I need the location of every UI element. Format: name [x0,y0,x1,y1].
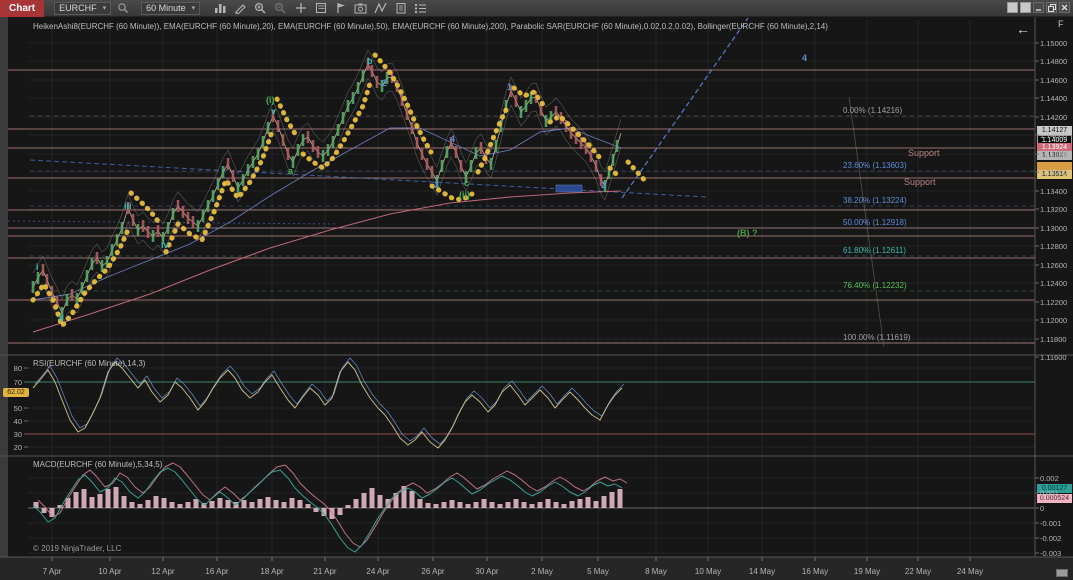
properties-list-icon[interactable] [412,1,429,15]
macd-panel[interactable] [8,456,1035,557]
zoom-out-icon[interactable] [272,1,289,15]
minimize-button[interactable] [1033,2,1044,13]
interval-value: 60 Minute [146,3,186,13]
copyright-label: © 2019 NinjaTrader, LLC [33,544,121,553]
interval-selector[interactable]: 60 Minute ▾ [141,2,200,15]
panel-blank-button[interactable] [1007,2,1018,13]
price-marker-tag: 1.13514 [1037,170,1072,179]
tab-chart[interactable]: Chart [0,0,44,17]
axis-corner-label: F [1058,19,1064,29]
window-controls [1007,2,1070,13]
zoom-in-icon[interactable] [252,1,269,15]
price-marker-tag: 1.13820 [1037,151,1072,160]
time-axis[interactable] [0,557,1073,580]
resize-grip[interactable] [1056,569,1068,577]
instrument-value: EURCHF [59,3,97,13]
window-left-edge [0,17,8,580]
macd-indicator-label: MACD(EURCHF (60 Minute),5,34,5) [33,460,162,469]
close-button[interactable] [1059,2,1070,13]
scroll-left-icon[interactable]: ← [1012,22,1034,38]
alert-flag-icon[interactable] [332,1,349,15]
price-marker-tag: 1.14127 [1037,126,1072,135]
restore-button[interactable] [1046,2,1057,13]
instrument-selector[interactable]: EURCHF ▾ [54,2,111,15]
report-icon[interactable] [392,1,409,15]
draw-pencil-icon[interactable] [232,1,249,15]
price-marker-tag: 0.00127 [1037,484,1072,493]
data-box-icon[interactable] [312,1,329,15]
price-panel[interactable] [8,17,1035,355]
search-icon[interactable] [114,1,131,15]
snapshot-icon[interactable] [352,1,369,15]
chevron-down-icon: ▾ [103,4,107,12]
rsi-indicator-label: RSI(EURCHF (60 Minute),14,3) [33,359,145,368]
chart-style-icon[interactable] [212,1,229,15]
toolbar: Chart EURCHF ▾ 60 Minute ▾ [0,0,1073,17]
chevron-down-icon: ▾ [192,4,196,12]
price-axis[interactable]: 1.141271.140091.139241.138201.135140.001… [1035,17,1073,557]
panel-blank-button[interactable] [1020,2,1031,13]
indicator-label: HeikenAshi8(EURCHF (60 Minute)), EMA(EUR… [33,22,828,31]
regression-pattern-icon[interactable] [372,1,389,15]
rsi-panel[interactable] [8,355,1035,456]
price-marker-tag: 0.000524 [1037,494,1072,503]
crosshair-icon[interactable] [292,1,309,15]
